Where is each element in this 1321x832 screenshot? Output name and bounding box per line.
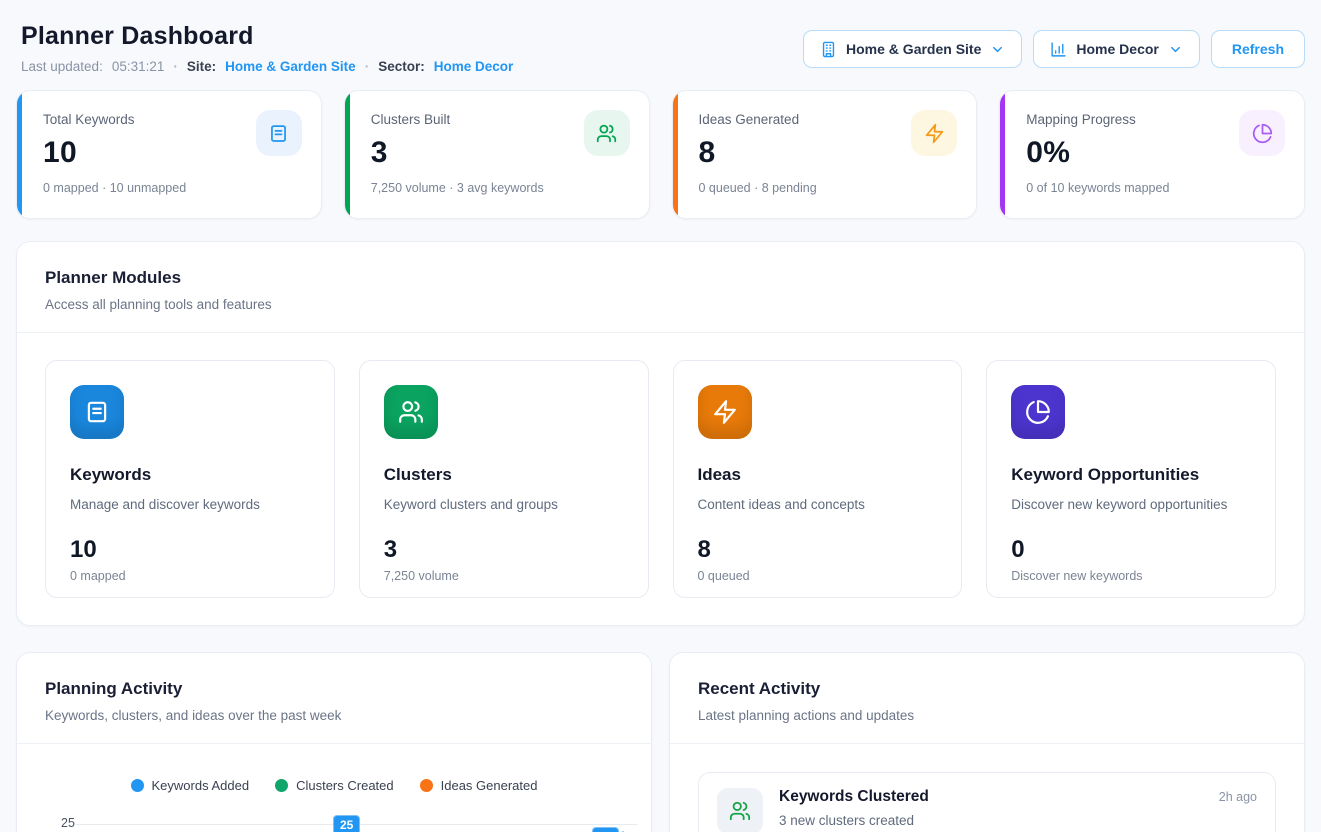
module-title: Keyword Opportunities <box>1011 465 1251 485</box>
stat-subtitle: 0 mapped · 10 unmapped <box>43 181 299 195</box>
divider <box>17 743 651 744</box>
legend-dot <box>275 779 288 792</box>
module-stat: 0 <box>1011 536 1251 564</box>
recent-activity-subtitle: Latest planning actions and updates <box>698 708 1276 723</box>
stat-subtitle: 0 queued · 8 pending <box>699 181 955 195</box>
zap-icon <box>911 110 957 156</box>
stat-accent-bar <box>673 91 678 218</box>
data-point-label: 25 <box>333 815 360 832</box>
legend-item-keywords-added: Keywords Added <box>131 778 250 793</box>
building-icon <box>820 41 837 58</box>
stat-card-mapping-progress: Mapping Progress 0% 0 of 10 keywords map… <box>999 90 1305 219</box>
module-card-clusters[interactable]: Clusters Keyword clusters and groups 3 7… <box>359 360 649 598</box>
stat-accent-bar <box>17 91 22 218</box>
legend-item-clusters-created: Clusters Created <box>275 778 394 793</box>
planning-activity-panel: Planning Activity Keywords, clusters, an… <box>16 652 652 832</box>
sector-selector-label: Home Decor <box>1076 41 1158 57</box>
data-point-label: 24 <box>592 827 619 832</box>
stat-card-total-keywords: Total Keywords 10 0 mapped · 10 unmapped <box>16 90 322 219</box>
activity-text: Keywords Clustered 2h ago 3 new clusters… <box>779 788 1257 832</box>
last-updated-label: Last updated: <box>21 59 103 74</box>
users-icon <box>584 110 630 156</box>
module-card-keywords[interactable]: Keywords Manage and discover keywords 10… <box>45 360 335 598</box>
activity-list: Keywords Clustered 2h ago 3 new clusters… <box>670 744 1304 832</box>
modules-title: Planner Modules <box>45 268 1276 288</box>
file-text-icon <box>256 110 302 156</box>
activity-area-chart: 25 25 24 <box>17 802 651 832</box>
module-title: Ideas <box>698 465 938 485</box>
legend-label: Ideas Generated <box>441 778 538 793</box>
module-stat: 10 <box>70 536 310 564</box>
planning-activity-header: Planning Activity Keywords, clusters, an… <box>17 653 651 743</box>
legend-label: Clusters Created <box>296 778 394 793</box>
activity-description: 3 new clusters created <box>779 813 1257 828</box>
modules-grid: Keywords Manage and discover keywords 10… <box>17 333 1304 625</box>
planning-activity-title: Planning Activity <box>45 679 623 699</box>
sector-label: Sector: <box>378 59 425 74</box>
users-icon <box>384 385 438 439</box>
zap-icon <box>698 385 752 439</box>
module-description: Content ideas and concepts <box>698 497 938 512</box>
refresh-button[interactable]: Refresh <box>1211 30 1305 68</box>
planning-activity-subtitle: Keywords, clusters, and ideas over the p… <box>45 708 623 723</box>
chevron-down-icon <box>1168 42 1183 57</box>
module-title: Keywords <box>70 465 310 485</box>
module-stat-label: Discover new keywords <box>1011 569 1251 583</box>
stats-row: Total Keywords 10 0 mapped · 10 unmapped… <box>16 90 1305 219</box>
recent-activity-panel: Recent Activity Latest planning actions … <box>669 652 1305 832</box>
planner-dashboard-page: Planner Dashboard Last updated: 05:31:21… <box>0 0 1321 832</box>
activity-timestamp: 2h ago <box>1219 790 1257 804</box>
activity-item-keywords-clustered: Keywords Clustered 2h ago 3 new clusters… <box>698 772 1276 832</box>
users-icon <box>717 788 763 832</box>
modules-subtitle: Access all planning tools and features <box>45 297 1276 312</box>
recent-activity-title: Recent Activity <box>698 679 1276 699</box>
legend-dot <box>420 779 433 792</box>
recent-activity-header: Recent Activity Latest planning actions … <box>670 653 1304 743</box>
meta-separator: · <box>173 59 178 74</box>
pie-chart-icon <box>1239 110 1285 156</box>
last-updated-time: 05:31:21 <box>112 59 165 74</box>
modules-panel-header: Planner Modules Access all planning tool… <box>17 242 1304 332</box>
module-stat-label: 7,250 volume <box>384 569 624 583</box>
site-selector-dropdown[interactable]: Home & Garden Site <box>803 30 1022 68</box>
site-selector-label: Home & Garden Site <box>846 41 981 57</box>
module-description: Discover new keyword opportunities <box>1011 497 1251 512</box>
pie-chart-icon <box>1011 385 1065 439</box>
meta-separator: · <box>365 59 370 74</box>
bar-chart-icon <box>1050 41 1067 58</box>
chart-legend: Keywords Added Clusters Created Ideas Ge… <box>17 778 651 793</box>
module-stat-label: 0 mapped <box>70 569 310 583</box>
site-link[interactable]: Home & Garden Site <box>225 59 356 74</box>
module-card-keyword-opportunities[interactable]: Keyword Opportunities Discover new keywo… <box>986 360 1276 598</box>
bottom-row: Planning Activity Keywords, clusters, an… <box>16 652 1305 832</box>
module-stat: 8 <box>698 536 938 564</box>
legend-item-ideas-generated: Ideas Generated <box>420 778 538 793</box>
module-stat: 3 <box>384 536 624 564</box>
stat-subtitle: 0 of 10 keywords mapped <box>1026 181 1282 195</box>
legend-label: Keywords Added <box>152 778 250 793</box>
header-actions: Home & Garden Site Home Decor Refresh <box>803 30 1305 68</box>
stat-accent-bar <box>345 91 350 218</box>
module-description: Keyword clusters and groups <box>384 497 624 512</box>
module-card-ideas[interactable]: Ideas Content ideas and concepts 8 0 que… <box>673 360 963 598</box>
module-description: Manage and discover keywords <box>70 497 310 512</box>
legend-dot <box>131 779 144 792</box>
stat-card-ideas-generated: Ideas Generated 8 0 queued · 8 pending <box>672 90 978 219</box>
stat-subtitle: 7,250 volume · 3 avg keywords <box>371 181 627 195</box>
site-label: Site: <box>187 59 216 74</box>
activity-title: Keywords Clustered <box>779 788 929 806</box>
module-stat-label: 0 queued <box>698 569 938 583</box>
file-text-icon <box>70 385 124 439</box>
stat-card-clusters-built: Clusters Built 3 7,250 volume · 3 avg ke… <box>344 90 650 219</box>
planner-modules-panel: Planner Modules Access all planning tool… <box>16 241 1305 626</box>
stat-accent-bar <box>1000 91 1005 218</box>
chevron-down-icon <box>990 42 1005 57</box>
sector-link[interactable]: Home Decor <box>434 59 514 74</box>
sector-selector-dropdown[interactable]: Home Decor <box>1033 30 1199 68</box>
module-title: Clusters <box>384 465 624 485</box>
